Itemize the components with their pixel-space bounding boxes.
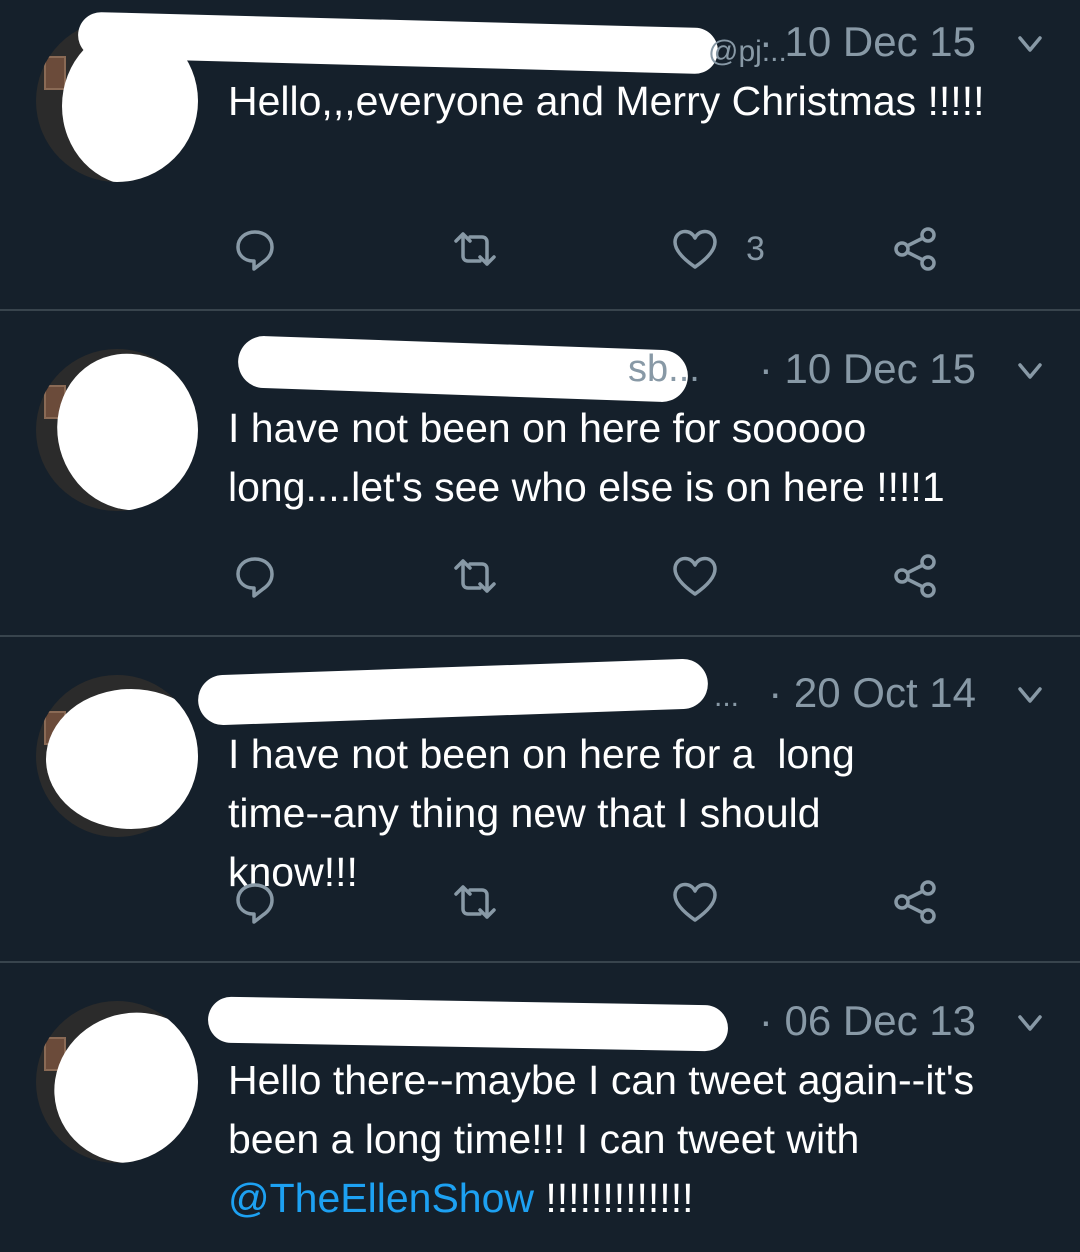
tweet[interactable]: · 06 Dec 13 Hello there--maybe I can twe… [0, 963, 1080, 1252]
tweet-text: I have not been on here for a long time-… [228, 725, 930, 902]
chevron-down-icon[interactable] [1010, 675, 1050, 715]
share-icon [894, 227, 936, 271]
tweet-date[interactable]: · 10 Dec 15 [759, 343, 976, 395]
retweet-button[interactable] [450, 877, 500, 927]
tweet-header: @pj... · 10 Dec 15 [77, 11, 1050, 75]
retweet-button[interactable] [450, 551, 500, 601]
share-button[interactable] [890, 877, 940, 927]
handle-tail: sb... [628, 348, 700, 390]
tweet-text: Hello,,,everyone and Merry Christmas !!!… [228, 72, 1050, 131]
retweet-icon [454, 559, 496, 593]
share-button[interactable] [890, 224, 940, 274]
tweet-actions [228, 877, 988, 927]
tweet-text-body: I have not been on here for a long time-… [228, 731, 867, 895]
tweet-header: sb... · 10 Dec 15 [228, 335, 1050, 403]
tweet-feed: @pj... · 10 Dec 15 Hello,,,everyone and … [0, 0, 1080, 1252]
username-redaction [237, 335, 689, 403]
tweet-date[interactable]: · 20 Oct 14 [768, 667, 976, 719]
like-button[interactable] [670, 551, 720, 601]
chevron-down-icon[interactable] [1010, 351, 1050, 391]
share-icon [894, 880, 936, 924]
tweet-actions: 3 [228, 224, 988, 274]
username-redaction [207, 996, 729, 1052]
avatar[interactable] [36, 349, 198, 511]
tweet[interactable]: @pj... · 10 Dec 15 Hello,,,everyone and … [0, 0, 1080, 310]
tweet-text: Hello there--maybe I can tweet again--it… [228, 1051, 1050, 1228]
username-redaction [197, 658, 709, 726]
retweet-icon [454, 232, 496, 266]
like-button[interactable] [670, 224, 720, 274]
avatar-redaction [37, 1001, 198, 1163]
tweet-actions [228, 551, 988, 601]
avatar-redaction [46, 689, 198, 829]
reply-button[interactable] [230, 877, 280, 927]
tweet-header: ... · 20 Oct 14 [197, 658, 1050, 726]
tweet[interactable]: sb... · 10 Dec 15 I have not been on her… [0, 311, 1080, 635]
tweet[interactable]: ... · 20 Oct 14 I have not been on here … [0, 637, 1080, 961]
heart-icon [673, 556, 717, 596]
tweet-text-body: Hello there--maybe I can tweet again--it… [228, 1057, 986, 1162]
tweet-text-body: I have not been on here for sooooo long.… [228, 405, 945, 510]
avatar[interactable] [36, 675, 198, 837]
reply-button[interactable] [230, 551, 280, 601]
tweet-text-body: Hello,,,everyone and Merry Christmas !!!… [228, 78, 985, 124]
reply-icon [236, 883, 274, 924]
heart-icon [673, 229, 717, 269]
avatar-background-frame [44, 56, 66, 90]
handle-tail: ... [714, 680, 740, 713]
heart-icon [673, 882, 717, 922]
share-button[interactable] [890, 551, 940, 601]
reply-icon [236, 557, 274, 598]
avatar[interactable] [36, 1001, 198, 1163]
like-button[interactable] [670, 877, 720, 927]
retweet-button[interactable] [450, 224, 500, 274]
like-count: 3 [746, 230, 765, 268]
tweet-header: · 06 Dec 13 [207, 995, 1050, 1052]
reply-icon [236, 230, 274, 271]
share-icon [894, 554, 936, 598]
tweet-date[interactable]: · 06 Dec 13 [759, 995, 976, 1047]
avatar-redaction [36, 349, 198, 511]
tweet-text: I have not been on here for sooooo long.… [228, 399, 1050, 517]
mention-link[interactable]: @TheEllenShow [228, 1175, 534, 1221]
tweet-text-tail: !!!!!!!!!!!!! [534, 1175, 694, 1221]
chevron-down-icon[interactable] [1010, 1003, 1050, 1043]
retweet-icon [454, 885, 496, 919]
chevron-down-icon[interactable] [1010, 24, 1050, 64]
reply-button[interactable] [230, 224, 280, 274]
tweet-date[interactable]: · 10 Dec 15 [759, 16, 976, 68]
